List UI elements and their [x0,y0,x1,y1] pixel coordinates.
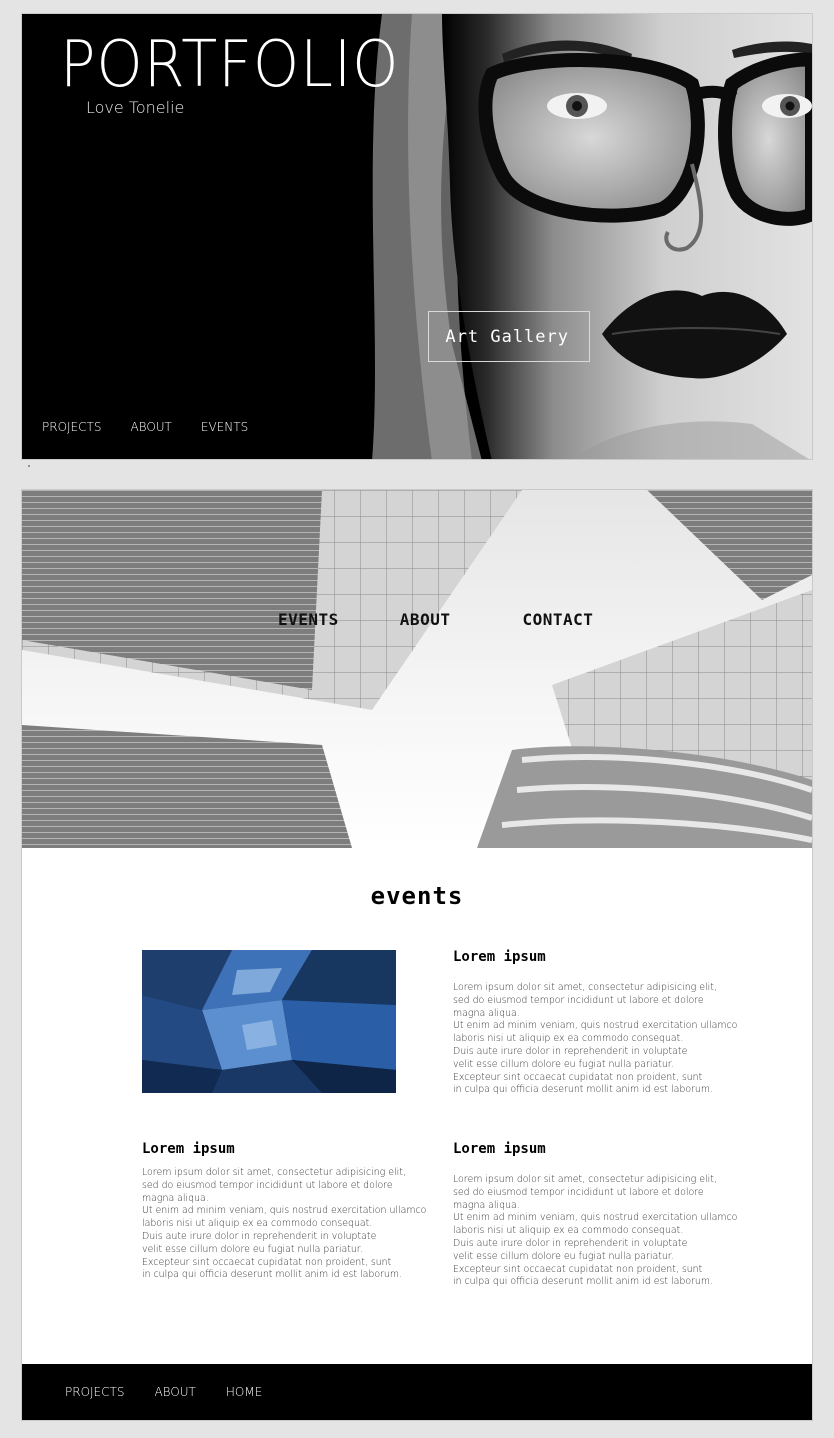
event-card-title: Lorem ipsum [453,949,546,965]
event-card-body: Lorem ipsum dolor sit amet, consectetur … [453,1174,738,1288]
hero-nav: PROJECTS ABOUT EVENTS [42,420,248,434]
footer: PROJECTS ABOUT HOME [22,1364,812,1420]
site-subtitle: Love Tonelie [86,98,185,117]
footer-link-about[interactable]: ABOUT [154,1385,195,1399]
crystal-architecture-image [142,950,396,1093]
event-card: Lorem ipsum Lorem ipsum dolor sit amet, … [142,1141,432,1282]
nav-link-about[interactable]: ABOUT [130,420,171,434]
event-card: Lorem ipsum Lorem ipsum dolor sit amet, … [453,1141,743,1289]
event-card-body: Lorem ipsum dolor sit amet, consectetur … [142,1167,427,1281]
footer-link-home[interactable]: HOME [226,1385,262,1399]
event-card: Lorem ipsum Lorem ipsum dolor sit amet, … [453,949,743,1097]
art-gallery-button[interactable]: Art Gallery [428,311,590,362]
page-title: PORTFOLIO [60,28,400,102]
events-page-panel: EVENTS ABOUT CONTACT events Lorem ipsum … [21,489,813,1421]
nav-link-about[interactable]: ABOUT [400,610,451,629]
nav-link-contact[interactable]: CONTACT [522,610,593,629]
nav-link-events[interactable]: EVENTS [278,610,339,629]
city-nav: EVENTS ABOUT CONTACT [278,610,593,629]
hero-panel: PORTFOLIO Love Tonelie Art Gallery PROJE… [21,13,813,460]
event-card-title: Lorem ipsum [142,1141,235,1157]
event-card-title: Lorem ipsum [453,1141,546,1157]
skyscrapers-image [22,490,812,848]
nav-link-events[interactable]: EVENTS [201,420,248,434]
events-heading: events [370,882,464,910]
nav-link-projects[interactable]: PROJECTS [42,420,101,434]
footer-link-projects[interactable]: PROJECTS [65,1385,124,1399]
divider-dot [28,465,30,467]
event-card-body: Lorem ipsum dolor sit amet, consectetur … [453,982,738,1096]
portrait-image [372,14,812,459]
footer-nav: PROJECTS ABOUT HOME [65,1385,262,1399]
